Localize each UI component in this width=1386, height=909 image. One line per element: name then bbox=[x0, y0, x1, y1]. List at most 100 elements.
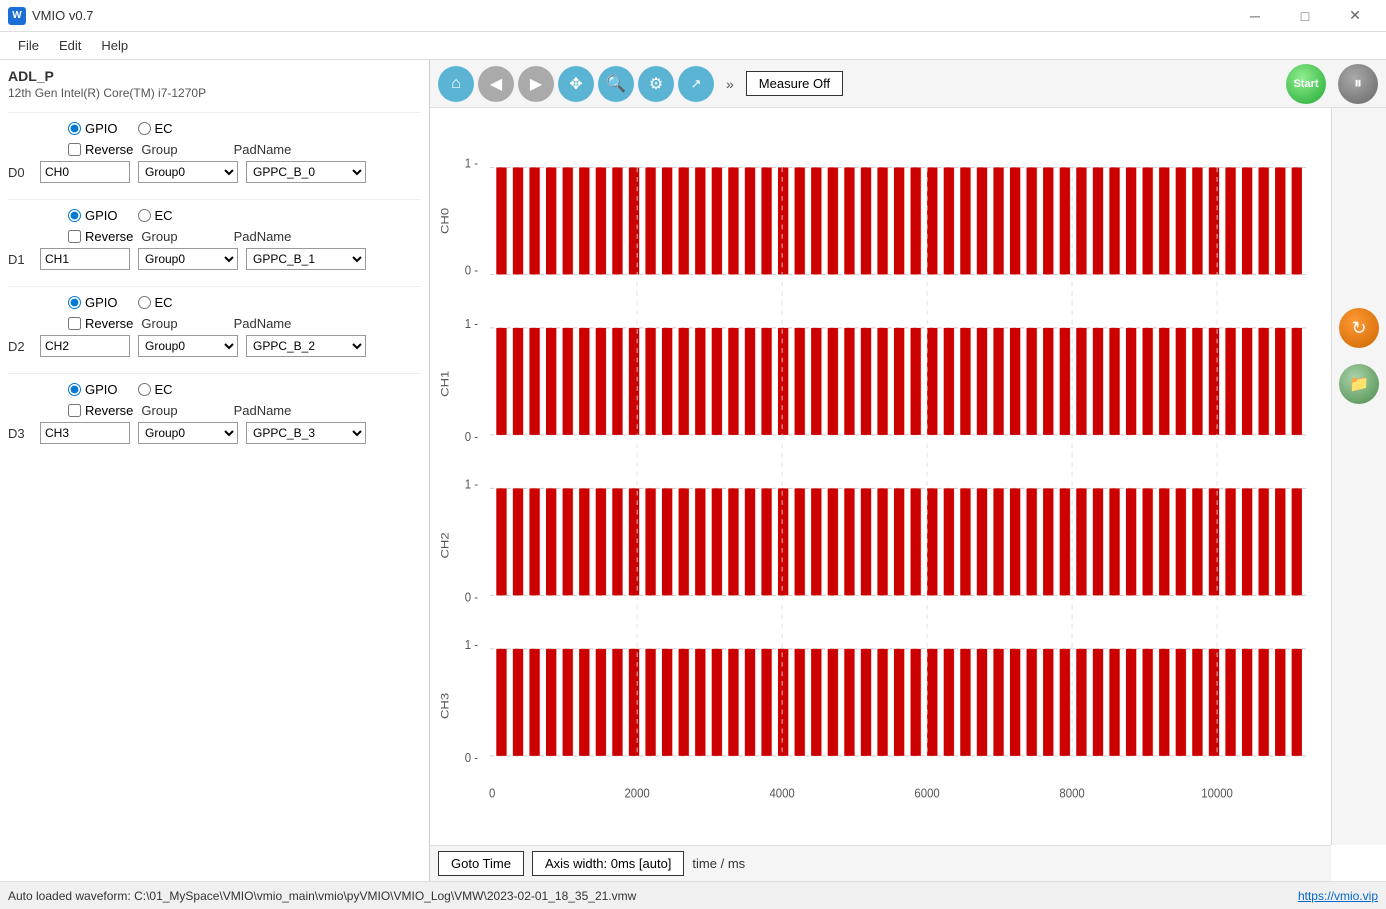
refresh-button[interactable]: ↻ bbox=[1339, 308, 1379, 348]
svg-text:0 -: 0 - bbox=[465, 263, 478, 278]
channel-d1-ec-label[interactable]: EC bbox=[138, 208, 173, 223]
channel-d1-name-input[interactable] bbox=[40, 248, 130, 270]
channel-d3-row: D3 Group0 Group1 Group2 GPPC_B_0 GPPC_B_… bbox=[8, 422, 421, 444]
channel-d0-ec-radio[interactable] bbox=[138, 122, 151, 135]
toolbar: ⌂ ◀ ▶ ✥ 🔍 ⚙ ↗ » Measure Off Start ⏸ bbox=[430, 60, 1386, 108]
svg-text:CH0: CH0 bbox=[438, 208, 451, 234]
channel-d0-ec-label[interactable]: EC bbox=[138, 121, 173, 136]
channel-d3-pad-select[interactable]: GPPC_B_0 GPPC_B_1 GPPC_B_2 GPPC_B_3 bbox=[246, 422, 366, 444]
app-icon: W bbox=[8, 7, 26, 25]
waveform-area: 1 - 0 - CH0 1 - 0 - CH1 1 - 0 - CH2 1 - bbox=[430, 108, 1386, 881]
svg-text:8000: 8000 bbox=[1059, 786, 1084, 801]
channel-d0-reverse-label[interactable]: Reverse bbox=[68, 142, 133, 157]
svg-text:1 -: 1 - bbox=[465, 316, 478, 331]
waveform-svg-container: 1 - 0 - CH0 1 - 0 - CH1 1 - 0 - CH2 1 - bbox=[430, 108, 1331, 845]
svg-text:6000: 6000 bbox=[914, 786, 939, 801]
ch3-wave-fill bbox=[492, 649, 1302, 756]
channel-d2-group-header: Group bbox=[141, 316, 177, 331]
channel-d0-pad-select[interactable]: GPPC_B_0 GPPC_B_1 GPPC_B_2 GPPC_B_3 bbox=[246, 161, 366, 183]
channel-d3-id: D3 bbox=[8, 426, 32, 441]
channel-d2-row: D2 Group0 Group1 Group2 GPPC_B_0 GPPC_B_… bbox=[8, 335, 421, 357]
svg-text:0 -: 0 - bbox=[465, 590, 478, 605]
channel-d2-gpio-radio[interactable] bbox=[68, 296, 81, 309]
channel-d2-reverse-checkbox[interactable] bbox=[68, 317, 81, 330]
svg-text:CH2: CH2 bbox=[438, 532, 451, 558]
channel-d0-name-input[interactable] bbox=[40, 161, 130, 183]
time-unit-label: time / ms bbox=[692, 856, 745, 871]
channel-d1-reverse-checkbox[interactable] bbox=[68, 230, 81, 243]
waveform-svg: 1 - 0 - CH0 1 - 0 - CH1 1 - 0 - CH2 1 - bbox=[430, 108, 1331, 845]
close-button[interactable]: ✕ bbox=[1332, 0, 1378, 32]
channel-d3-gpio-label[interactable]: GPIO bbox=[68, 382, 118, 397]
channel-d3-ec-radio[interactable] bbox=[138, 383, 151, 396]
channel-d1-group-select[interactable]: Group0 Group1 Group2 bbox=[138, 248, 238, 270]
channel-d1-padname-header: PadName bbox=[234, 229, 292, 244]
channel-d0-id: D0 bbox=[8, 165, 32, 180]
start-label: Start bbox=[1293, 78, 1318, 90]
ch0-wave-fill bbox=[492, 167, 1302, 274]
channel-d2-pad-select[interactable]: GPPC_B_0 GPPC_B_1 GPPC_B_2 GPPC_B_3 bbox=[246, 335, 366, 357]
measure-off-button[interactable]: Measure Off bbox=[746, 71, 843, 96]
folder-button[interactable]: 📁 bbox=[1339, 364, 1379, 404]
channel-d1-row: D1 Group0 Group1 Group2 GPPC_B_0 GPPC_B_… bbox=[8, 248, 421, 270]
menu-bar: File Edit Help bbox=[0, 32, 1386, 60]
pan-button[interactable]: ✥ bbox=[558, 66, 594, 102]
channel-d0-group-header: Group bbox=[141, 142, 177, 157]
channel-d3-fields-header: Reverse Group PadName bbox=[8, 403, 421, 418]
channel-d2-gpio-label[interactable]: GPIO bbox=[68, 295, 118, 310]
status-text: Auto loaded waveform: C:\01_MySpace\VMIO… bbox=[8, 889, 636, 903]
channel-d0-gpio-label[interactable]: GPIO bbox=[68, 121, 118, 136]
channel-d1-gpio-radio[interactable] bbox=[68, 209, 81, 222]
bottom-waveform-bar: Goto Time Axis width: 0ms [auto] time / … bbox=[430, 845, 1331, 881]
svg-text:1 -: 1 - bbox=[465, 477, 478, 492]
status-bar: Auto loaded waveform: C:\01_MySpace\VMIO… bbox=[0, 881, 1386, 909]
channel-d2-name-input[interactable] bbox=[40, 335, 130, 357]
pause-button[interactable]: ⏸ bbox=[1338, 64, 1378, 104]
channel-d2-group-select[interactable]: Group0 Group1 Group2 bbox=[138, 335, 238, 357]
channel-d2-ec-label[interactable]: EC bbox=[138, 295, 173, 310]
zoom-button[interactable]: 🔍 bbox=[598, 66, 634, 102]
svg-text:0 -: 0 - bbox=[465, 750, 478, 765]
channel-d1-ec-radio[interactable] bbox=[138, 209, 151, 222]
device-title: ADL_P bbox=[8, 68, 421, 84]
main-layout: ADL_P 12th Gen Intel(R) Core(TM) i7-1270… bbox=[0, 60, 1386, 881]
channel-d2-config: GPIO EC Reverse Group PadName D2 Group0 … bbox=[8, 286, 421, 357]
status-link[interactable]: https://vmio.vip bbox=[1298, 889, 1378, 903]
menu-file[interactable]: File bbox=[8, 34, 49, 57]
maximize-button[interactable]: □ bbox=[1282, 0, 1328, 32]
goto-time-button[interactable]: Goto Time bbox=[438, 851, 524, 876]
forward-button[interactable]: ▶ bbox=[518, 66, 554, 102]
svg-text:10000: 10000 bbox=[1201, 786, 1233, 801]
channel-d3-name-input[interactable] bbox=[40, 422, 130, 444]
channel-d3-reverse-label[interactable]: Reverse bbox=[68, 403, 133, 418]
menu-edit[interactable]: Edit bbox=[49, 34, 91, 57]
channel-d3-ec-label[interactable]: EC bbox=[138, 382, 173, 397]
channel-d0-padname-header: PadName bbox=[234, 142, 292, 157]
channel-d0-fields-header: Reverse Group PadName bbox=[8, 142, 421, 157]
minimize-button[interactable]: ─ bbox=[1232, 0, 1278, 32]
channel-d2-reverse-label[interactable]: Reverse bbox=[68, 316, 133, 331]
channel-d0-config: GPIO EC Reverse Group PadName D0 Group0 … bbox=[8, 112, 421, 183]
channel-d1-gpio-label[interactable]: GPIO bbox=[68, 208, 118, 223]
channel-d3-reverse-checkbox[interactable] bbox=[68, 404, 81, 417]
back-button[interactable]: ◀ bbox=[478, 66, 514, 102]
channel-d1-group-header: Group bbox=[141, 229, 177, 244]
channel-d0-gpio-radio[interactable] bbox=[68, 122, 81, 135]
axis-width-button[interactable]: Axis width: 0ms [auto] bbox=[532, 851, 684, 876]
export-button[interactable]: ↗ bbox=[678, 66, 714, 102]
more-button[interactable]: » bbox=[718, 72, 742, 96]
app-title: VMIO v0.7 bbox=[32, 8, 1232, 23]
svg-text:2000: 2000 bbox=[624, 786, 649, 801]
channel-d2-ec-radio[interactable] bbox=[138, 296, 151, 309]
channel-d0-reverse-checkbox[interactable] bbox=[68, 143, 81, 156]
settings-button[interactable]: ⚙ bbox=[638, 66, 674, 102]
channel-d0-group-select[interactable]: Group0 Group1 Group2 bbox=[138, 161, 238, 183]
channel-d3-group-select[interactable]: Group0 Group1 Group2 bbox=[138, 422, 238, 444]
home-button[interactable]: ⌂ bbox=[438, 66, 474, 102]
channel-d1-pad-select[interactable]: GPPC_B_0 GPPC_B_1 GPPC_B_2 GPPC_B_3 bbox=[246, 248, 366, 270]
menu-help[interactable]: Help bbox=[91, 34, 138, 57]
channel-d3-gpio-radio[interactable] bbox=[68, 383, 81, 396]
start-button[interactable]: Start bbox=[1286, 64, 1326, 104]
title-bar: W VMIO v0.7 ─ □ ✕ bbox=[0, 0, 1386, 32]
channel-d1-reverse-label[interactable]: Reverse bbox=[68, 229, 133, 244]
